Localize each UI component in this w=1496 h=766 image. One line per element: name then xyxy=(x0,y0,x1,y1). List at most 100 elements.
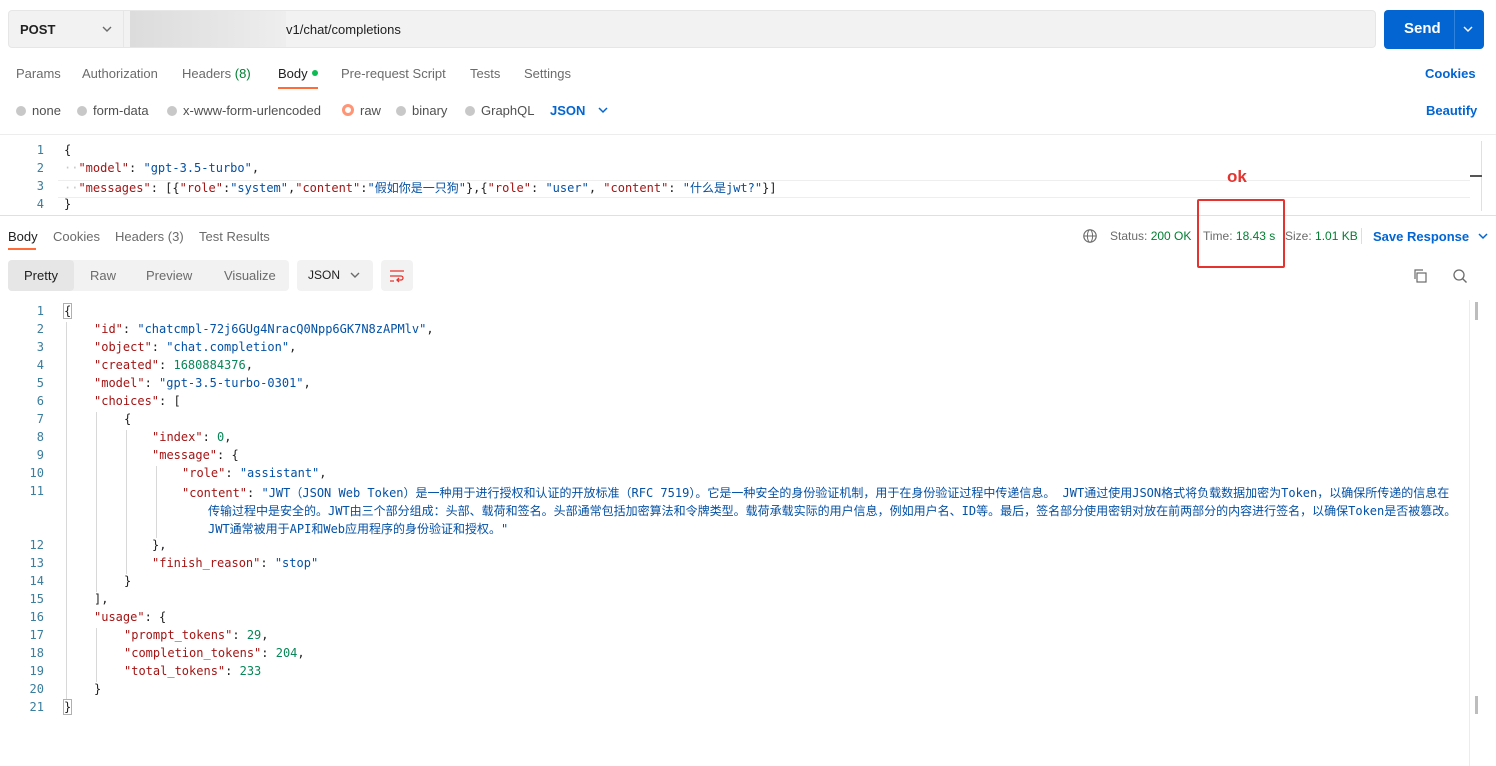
code-brace: } xyxy=(124,574,132,588)
line-number: 17 xyxy=(29,628,44,642)
line-number: 10 xyxy=(29,466,44,480)
code-line-messages: ··"messages": [{"role":"system","content… xyxy=(64,181,777,195)
tab-params[interactable]: Params xyxy=(16,66,61,81)
radio-graphql-label: GraphQL xyxy=(481,103,535,118)
indent-guide xyxy=(66,322,67,700)
indent-guide xyxy=(126,430,127,574)
line-number: 9 xyxy=(36,448,44,462)
line-number: 16 xyxy=(29,610,44,624)
radio-binary[interactable]: binary xyxy=(396,103,447,118)
cookies-link[interactable]: Cookies xyxy=(1425,66,1476,81)
code-line-model: ··"model": "gpt-3.5-turbo", xyxy=(64,161,260,175)
method-label: POST xyxy=(20,22,56,37)
view-preview-button[interactable]: Preview xyxy=(146,268,192,283)
url-text: v1/chat/completions xyxy=(286,22,401,37)
radio-circle-selected xyxy=(342,104,354,116)
response-tab-headers[interactable]: Headers (3) xyxy=(115,229,184,244)
tab-body[interactable]: Body xyxy=(278,66,318,81)
radio-circle xyxy=(16,106,26,116)
response-tab-body[interactable]: Body xyxy=(8,229,38,244)
json-completion-tokens: "completion_tokens": 204, xyxy=(124,646,305,660)
copy-icon[interactable] xyxy=(1412,268,1428,287)
response-status[interactable]: Status: 200 OK xyxy=(1110,229,1191,243)
json-content: "content": "JWT（JSON Web Token）是一种用于进行授权… xyxy=(182,486,1450,500)
line-number: 15 xyxy=(29,592,44,606)
response-tab-test-results[interactable]: Test Results xyxy=(199,229,270,244)
chevron-down-icon[interactable] xyxy=(1462,21,1474,40)
json-finish-reason: "finish_reason": "stop" xyxy=(152,556,319,570)
response-format-select[interactable]: JSON xyxy=(297,260,373,291)
wrap-lines-icon xyxy=(389,268,405,287)
tab-headers-count: (8) xyxy=(234,66,251,81)
size-value: 1.01 KB xyxy=(1315,229,1358,243)
indent-guide xyxy=(96,628,97,682)
chevron-down-icon xyxy=(349,269,361,284)
json-total-tokens: "total_tokens": 233 xyxy=(124,664,262,678)
scrollbar-marker[interactable] xyxy=(1475,302,1478,320)
body-format-select[interactable]: JSON xyxy=(550,103,609,118)
save-response-button[interactable]: Save Response xyxy=(1373,229,1489,244)
wrap-lines-button[interactable] xyxy=(381,260,413,291)
url-input[interactable]: v1/chat/completions xyxy=(124,10,1376,48)
send-label: Send xyxy=(1404,20,1441,37)
response-body-viewer[interactable]: 1 2 3 4 5 6 7 8 9 10 11 12 13 14 15 16 1… xyxy=(0,300,1496,766)
radio-circle xyxy=(396,106,406,116)
radio-raw-label: raw xyxy=(360,103,381,118)
redacted-url-host xyxy=(130,11,286,47)
json-id: "id": "chatcmpl-72j6GUg4NracQ0Npp6GK7N8z… xyxy=(94,322,434,336)
json-message: "message": { xyxy=(152,448,239,462)
method-select[interactable]: POST xyxy=(8,10,124,48)
line-number: 3 xyxy=(36,179,44,193)
code-brace: { xyxy=(64,143,72,157)
line-number: 20 xyxy=(29,682,44,696)
active-tab-underline xyxy=(278,87,318,89)
json-usage: "usage": { xyxy=(94,610,167,624)
radio-none[interactable]: none xyxy=(16,103,61,118)
code-brace: } xyxy=(64,197,72,211)
tab-tests[interactable]: Tests xyxy=(470,66,500,81)
radio-form-data[interactable]: form-data xyxy=(77,103,149,118)
response-format-label: JSON xyxy=(308,268,341,282)
line-number: 8 xyxy=(36,430,44,444)
beautify-link[interactable]: Beautify xyxy=(1426,103,1477,118)
scrollbar-marker[interactable] xyxy=(1475,696,1478,714)
response-tab-cookies[interactable]: Cookies xyxy=(53,229,100,244)
size-label: Size: xyxy=(1285,229,1312,243)
chevron-down-icon xyxy=(101,21,113,40)
search-icon[interactable] xyxy=(1452,268,1468,287)
tab-headers[interactable]: Headers (8) xyxy=(182,66,251,81)
radio-raw[interactable]: raw xyxy=(342,103,381,118)
tab-settings[interactable]: Settings xyxy=(524,66,571,81)
radio-graphql[interactable]: GraphQL xyxy=(465,103,534,118)
line-number: 6 xyxy=(36,394,44,408)
response-tab-headers-count: (3) xyxy=(167,229,184,244)
line-number: 19 xyxy=(29,664,44,678)
line-number: 21 xyxy=(29,700,44,714)
line-number: 3 xyxy=(36,340,44,354)
line-number: 7 xyxy=(36,412,44,426)
send-button[interactable]: Send xyxy=(1384,10,1484,49)
radio-circle xyxy=(77,106,87,116)
globe-icon[interactable] xyxy=(1082,228,1098,247)
json-prompt-tokens: "prompt_tokens": 29, xyxy=(124,628,269,642)
json-content-wrap: JWT通常被用于API和Web应用程序的身份验证和授权。" xyxy=(208,522,509,536)
tab-authorization[interactable]: Authorization xyxy=(82,66,158,81)
response-size[interactable]: Size: 1.01 KB xyxy=(1285,229,1358,243)
tab-body-label: Body xyxy=(278,66,308,81)
tab-pre-request-script[interactable]: Pre-request Script xyxy=(341,66,446,81)
line-number: 11 xyxy=(29,484,44,498)
view-visualize-button[interactable]: Visualize xyxy=(224,268,276,283)
radio-x-www-form-urlencoded[interactable]: x-www-form-urlencoded xyxy=(167,103,321,118)
save-response-label: Save Response xyxy=(1373,229,1470,244)
json-choices: "choices": [ xyxy=(94,394,181,408)
code-brace: { xyxy=(124,412,132,426)
line-number: 4 xyxy=(36,358,44,372)
indent-guide xyxy=(156,466,157,538)
line-number: 2 xyxy=(36,322,44,336)
line-number: 12 xyxy=(29,538,44,552)
view-pretty-button[interactable]: Pretty xyxy=(24,268,58,283)
meta-divider xyxy=(1361,228,1362,244)
annotation-highlight-box xyxy=(1197,199,1285,268)
send-divider xyxy=(1454,10,1455,49)
view-raw-button[interactable]: Raw xyxy=(90,268,116,283)
